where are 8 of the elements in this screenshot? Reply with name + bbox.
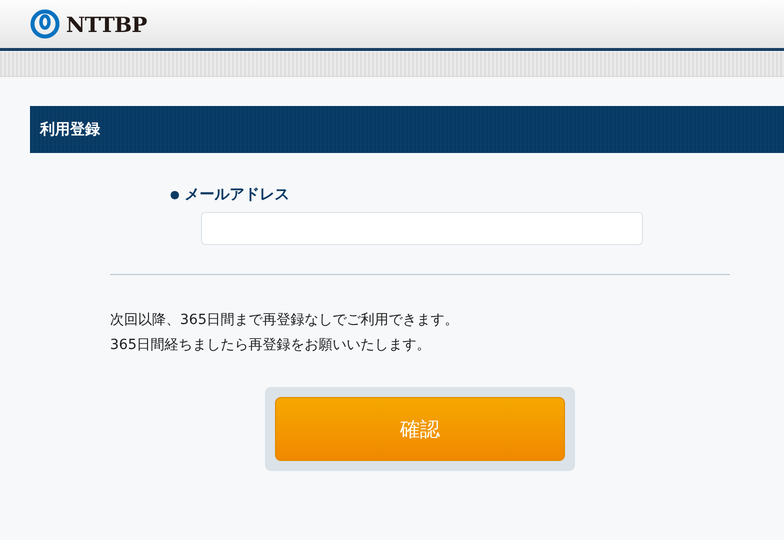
confirm-button[interactable]: 確認 bbox=[275, 397, 565, 461]
section-title: 利用登録 bbox=[40, 120, 100, 139]
logo-icon bbox=[30, 9, 60, 39]
field-label: メールアドレス bbox=[184, 185, 290, 204]
logo-text: NTTBP bbox=[66, 12, 147, 36]
email-field[interactable] bbox=[201, 212, 643, 245]
bullet: ● bbox=[170, 188, 180, 201]
notice-text: 次回以降、365日間まで再登録なしでご利用できます。 365日間経ちましたら再登録をお願いいたします。 bbox=[110, 311, 460, 355]
